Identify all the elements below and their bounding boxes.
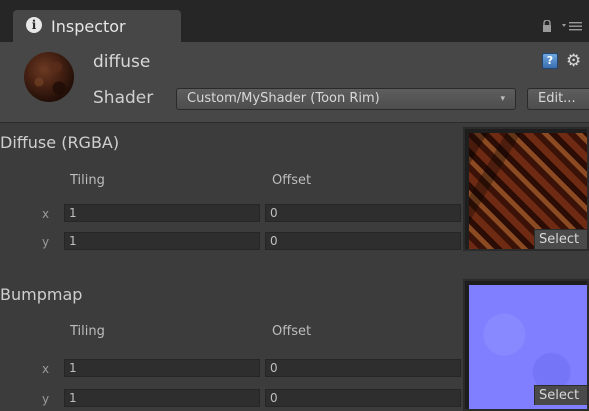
x-axis-label: x xyxy=(42,362,50,376)
y-axis-label: y xyxy=(42,392,50,406)
gear-icon[interactable]: ⚙ xyxy=(566,51,581,71)
y-axis-label: y xyxy=(42,235,50,249)
x-axis-label: x xyxy=(42,207,50,221)
tab-title: Inspector xyxy=(51,17,126,36)
info-icon: i xyxy=(26,17,42,33)
texture-slot-bumpmap[interactable]: Select xyxy=(463,279,589,411)
texture-slot-diffuse[interactable]: Select xyxy=(463,127,589,251)
tab-menu-icon[interactable] xyxy=(562,20,582,32)
select-texture-button[interactable]: Select xyxy=(534,229,587,249)
lock-icon[interactable] xyxy=(542,20,552,32)
shader-label: Shader xyxy=(93,88,154,108)
tiling-x-field[interactable]: 1 xyxy=(64,204,260,222)
shader-dropdown[interactable]: Custom/MyShader (Toon Rim) ▾ xyxy=(176,88,516,110)
shader-dropdown-value: Custom/MyShader (Toon Rim) xyxy=(187,91,380,106)
material-header: diffuse ? ⚙ Shader Custom/MyShader (Toon… xyxy=(0,42,589,123)
offset-y-field[interactable]: 0 xyxy=(265,232,461,250)
material-name: diffuse xyxy=(93,52,151,72)
offset-label: Offset xyxy=(272,173,312,188)
property-title: Bumpmap xyxy=(0,285,83,304)
material-preview-thumbnail xyxy=(24,52,74,102)
tiling-y-field[interactable]: 1 xyxy=(64,232,260,250)
offset-y-field[interactable]: 0 xyxy=(265,389,461,407)
chevron-down-icon: ▾ xyxy=(500,94,505,104)
tiling-label: Tiling xyxy=(70,173,105,188)
tab-inspector[interactable]: i Inspector xyxy=(13,10,181,42)
tiling-y-field[interactable]: 1 xyxy=(64,389,260,407)
help-icon[interactable]: ? xyxy=(542,53,558,69)
offset-label: Offset xyxy=(272,324,312,339)
offset-x-field[interactable]: 0 xyxy=(265,204,461,222)
tiling-label: Tiling xyxy=(70,324,105,339)
tiling-x-field[interactable]: 1 xyxy=(64,359,260,377)
tab-bar: i Inspector xyxy=(0,0,589,42)
offset-x-field[interactable]: 0 xyxy=(265,359,461,377)
property-title: Diffuse (RGBA) xyxy=(0,133,120,152)
edit-shader-button[interactable]: Edit... xyxy=(527,88,589,110)
select-texture-button[interactable]: Select xyxy=(534,385,587,405)
